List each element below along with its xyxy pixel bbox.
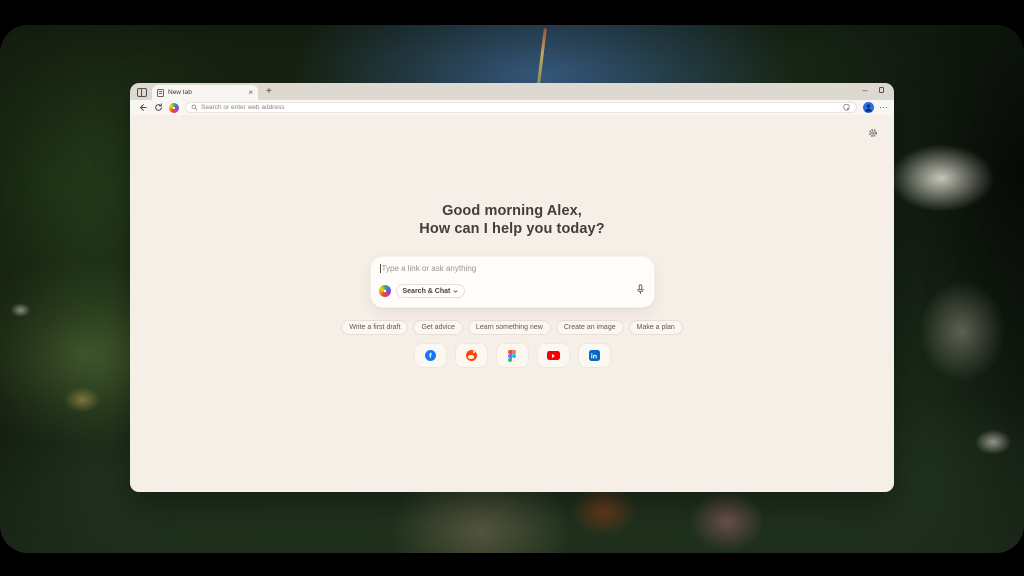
greeting-line1: Good morning Alex,: [130, 203, 894, 221]
window-controls: –: [862, 87, 884, 93]
shortcut-tiles: [130, 343, 894, 368]
navigation-toolbar: Search or enter web address: [130, 100, 894, 115]
microphone-icon: [636, 284, 645, 295]
tab-bar: New tab × + –: [130, 83, 894, 100]
back-arrow-icon: [138, 103, 147, 112]
mode-selector-button[interactable]: Search & Chat: [396, 284, 466, 298]
assistant-logo-icon: [379, 285, 391, 297]
shortcut-youtube[interactable]: [537, 343, 570, 368]
back-button[interactable]: [137, 103, 147, 113]
greeting-line2: How can I help you today?: [130, 221, 894, 239]
ask-card-toolbar: Search & Chat: [379, 282, 645, 300]
chevron-down-icon: [453, 289, 458, 294]
greeting-heading: Good morning Alex, How can I help you to…: [130, 115, 894, 238]
browser-logo-icon[interactable]: [169, 103, 179, 113]
gear-icon: [868, 128, 878, 138]
maximize-button[interactable]: [879, 87, 885, 93]
tab-new-tab[interactable]: New tab ×: [152, 85, 258, 100]
chip-get-advice[interactable]: Get advice: [413, 320, 462, 335]
facebook-icon: [425, 350, 436, 361]
minimize-button[interactable]: –: [862, 87, 867, 93]
more-menu-button[interactable]: [880, 107, 888, 109]
shortcut-figma[interactable]: [496, 343, 529, 368]
address-placeholder: Search or enter web address: [201, 104, 284, 111]
person-icon: [863, 102, 874, 113]
text-caret: [380, 264, 381, 273]
new-tab-page: Good morning Alex, How can I help you to…: [130, 115, 894, 492]
tab-title: New tab: [168, 89, 244, 96]
reload-button[interactable]: [153, 103, 163, 113]
search-icon: [191, 104, 198, 111]
suggestion-chips: Write a first draft Get advice Learn som…: [130, 320, 894, 335]
settings-button[interactable]: [868, 125, 878, 143]
new-tab-button[interactable]: +: [266, 87, 272, 97]
mode-selector-label: Search & Chat: [403, 288, 451, 295]
reload-icon: [154, 103, 163, 112]
chip-make-a-plan[interactable]: Make a plan: [629, 320, 683, 335]
figma-icon: [508, 350, 516, 362]
shortcut-reddit[interactable]: [455, 343, 488, 368]
profile-avatar[interactable]: [863, 102, 874, 113]
reddit-icon: [466, 350, 477, 361]
chip-learn-something-new[interactable]: Learn something new: [468, 320, 551, 335]
ask-card: Search & Chat: [370, 256, 655, 308]
shortcut-facebook[interactable]: [414, 343, 447, 368]
linkedin-icon: [589, 350, 600, 361]
tracking-protection-shield-icon[interactable]: [842, 103, 851, 112]
close-tab-icon[interactable]: ×: [248, 89, 253, 97]
page-icon: [157, 89, 164, 97]
shortcut-linkedin[interactable]: [578, 343, 611, 368]
chip-create-an-image[interactable]: Create an image: [556, 320, 624, 335]
screenshot-stage: New tab × + – Search or enter web addres…: [0, 0, 1024, 576]
youtube-icon: [547, 351, 560, 360]
sidebar-toggle-icon[interactable]: [137, 88, 147, 97]
address-bar[interactable]: Search or enter web address: [185, 102, 857, 113]
voice-input-button[interactable]: [636, 282, 645, 300]
chip-write-first-draft[interactable]: Write a first draft: [341, 320, 408, 335]
browser-window: New tab × + – Search or enter web addres…: [130, 83, 894, 492]
ask-input[interactable]: [382, 264, 622, 273]
